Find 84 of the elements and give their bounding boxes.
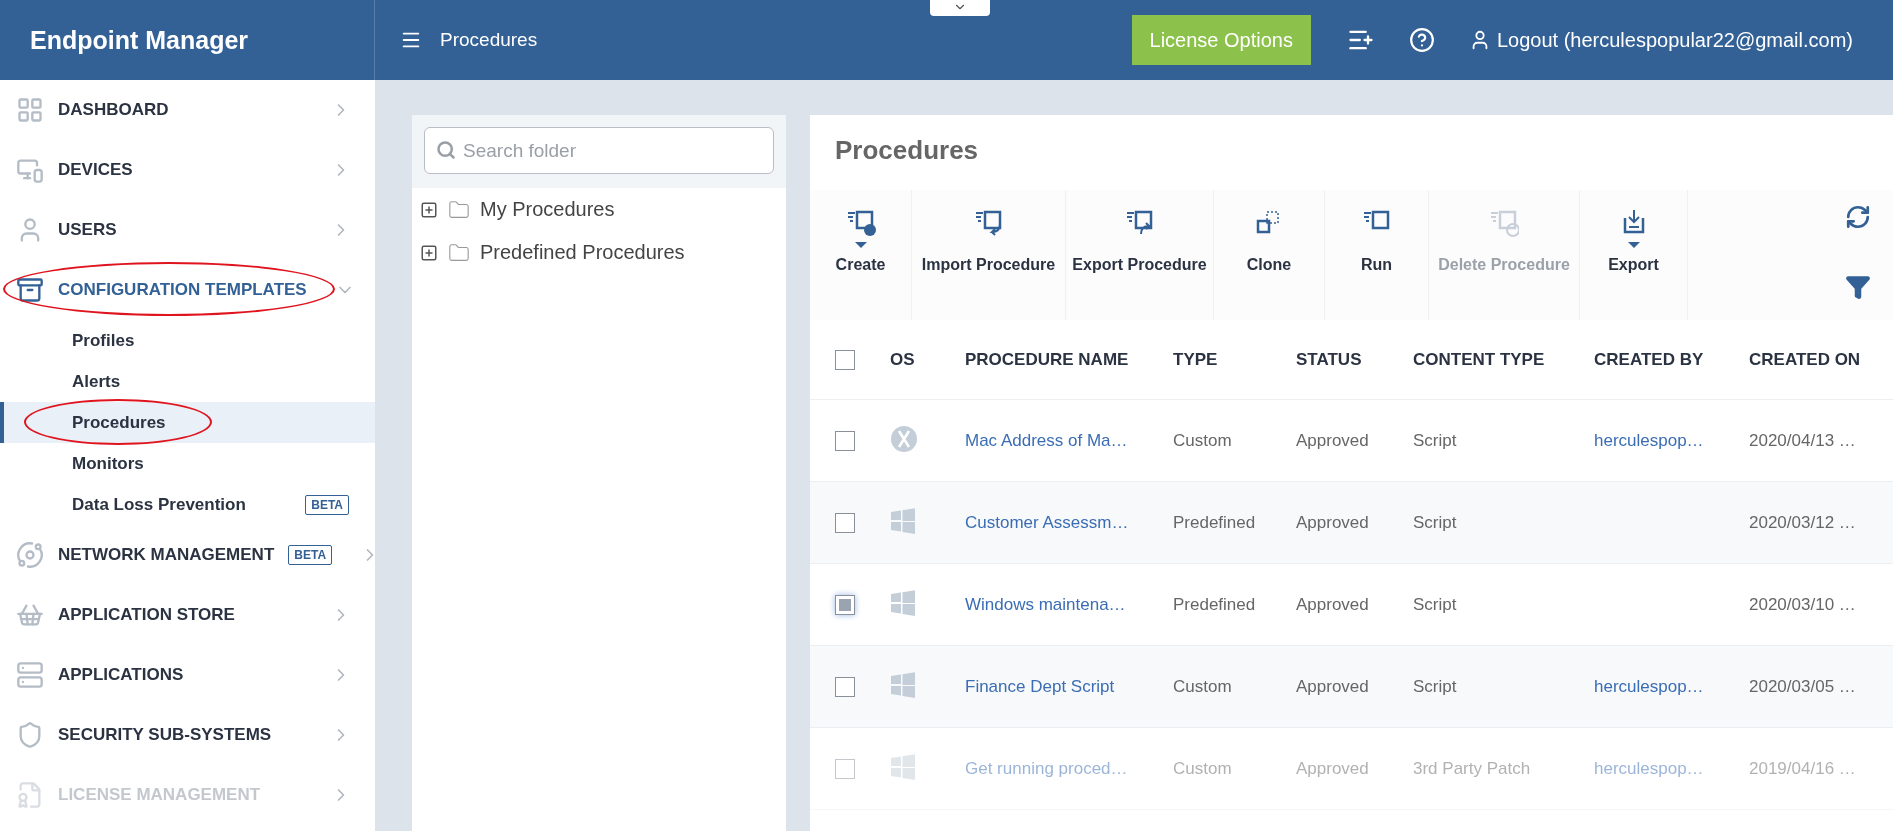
caret-icon — [1627, 242, 1640, 248]
table-cell-text: 2019/04/16 … — [1749, 758, 1857, 779]
delete-procedure-icon — [1489, 208, 1519, 238]
folder-label[interactable]: Predefined Procedures — [480, 241, 685, 264]
nav-item[interactable]: APPLICATION STORE — [58, 605, 235, 625]
nav-item[interactable]: APPLICATIONS — [58, 665, 184, 685]
column-header[interactable]: CREATED BY — [1594, 349, 1749, 370]
search-field[interactable]: Search folder — [424, 127, 774, 174]
row-checkbox[interactable] — [835, 430, 855, 451]
table-cell-text: 2020/03/05 … — [1749, 676, 1857, 697]
column-header[interactable]: OS — [890, 349, 965, 370]
refresh-icon[interactable] — [1845, 204, 1871, 230]
collapse-tab[interactable] — [930, 0, 990, 16]
nav-item[interactable]: CONFIGURATION TEMPLATES — [58, 280, 307, 300]
nav-item[interactable]: SECURITY SUB-SYSTEMS — [58, 725, 272, 745]
column-header[interactable]: TYPE — [1173, 349, 1296, 370]
windows-logo-icon — [890, 753, 916, 780]
page-breadcrumb: Procedures — [440, 29, 538, 51]
column-header[interactable]: PROCEDURE NAME — [965, 349, 1173, 370]
folder-label[interactable]: My Procedures — [480, 198, 615, 221]
nav-item[interactable]: DEVICES — [58, 160, 133, 180]
beta-badge: BETA — [305, 494, 349, 515]
table-cell-text: Script — [1413, 430, 1458, 451]
nav-subitem[interactable]: Alerts — [0, 361, 375, 402]
windows-logo-icon — [890, 671, 916, 698]
help-icon[interactable] — [1408, 27, 1435, 53]
table-cell-text: Script — [1413, 512, 1458, 533]
nav-item[interactable]: USERS — [58, 220, 117, 240]
beta-badge: BETA — [288, 545, 333, 565]
select-all-checkbox[interactable] — [835, 349, 855, 370]
row-checkbox[interactable] — [835, 676, 855, 697]
row-checkbox[interactable] — [835, 512, 855, 533]
nav-subitem[interactable]: Procedures — [0, 402, 375, 443]
nav-item[interactable]: DASHBOARD — [58, 100, 169, 120]
table-cell-text: 2020/03/10 … — [1749, 594, 1857, 615]
row-checkbox[interactable] — [835, 594, 855, 615]
table-cell-text: Custom — [1173, 430, 1233, 451]
table-cell-text: 2020/03/12 … — [1749, 512, 1857, 533]
procedure-link[interactable]: Customer Assessm… — [965, 512, 1173, 533]
windows-logo-icon — [890, 507, 916, 534]
table-cell-text: Script — [1413, 676, 1458, 697]
nav-icon — [16, 661, 44, 689]
column-header[interactable]: CREATED ON — [1749, 349, 1893, 370]
nav-icon — [16, 541, 44, 569]
x-logo-icon — [890, 424, 918, 453]
create-procedure-icon — [845, 208, 876, 238]
nav-subitem[interactable]: Profiles — [0, 320, 375, 361]
nav-subitem[interactable]: Data Loss Prevention BETA — [0, 484, 375, 525]
creator-link[interactable]: herculespop… — [1594, 676, 1749, 697]
folder-icon — [448, 241, 470, 264]
table-cell-text: Approved — [1296, 758, 1370, 779]
caret-icon — [854, 242, 867, 248]
column-header[interactable]: STATUS — [1296, 349, 1413, 370]
import-procedure-icon — [973, 208, 1004, 238]
folder-icon — [448, 198, 470, 221]
table-cell-text: 2020/04/13 … — [1749, 430, 1857, 451]
procedure-link[interactable]: Windows maintena… — [965, 594, 1173, 615]
nav-icon — [16, 781, 44, 809]
procedure-link[interactable]: Mac Address of Ma… — [965, 430, 1173, 451]
nav-icon — [16, 276, 44, 304]
creator-link[interactable]: herculespop… — [1594, 430, 1749, 451]
filter-icon[interactable] — [1845, 274, 1871, 300]
table-row[interactable]: Customer Assessm… Predefined Approved Script 2020/03/12 … — [810, 482, 1893, 564]
expand-icon[interactable] — [420, 243, 438, 262]
nav-item[interactable]: NETWORK MANAGEMENT — [58, 545, 275, 565]
nav-icon — [16, 96, 44, 124]
table-cell-text: Script — [1413, 594, 1458, 615]
logout-link[interactable]: Logout (herculespopular22@gmail.com) — [1468, 28, 1853, 52]
table-cell-text: Custom — [1173, 676, 1233, 697]
table-cell-text: Custom — [1173, 758, 1233, 779]
table-cell-text: Approved — [1296, 676, 1370, 697]
table-row[interactable]: Finance Dept Script Custom Approved Script herculespop… 2020/03/05 … — [810, 646, 1893, 728]
table-cell-text: 3rd Party Patch — [1413, 758, 1532, 779]
table-cell-text: Predefined — [1173, 594, 1257, 615]
table-cell-text: Approved — [1296, 430, 1370, 451]
windows-logo-icon — [890, 589, 916, 616]
table-cell-text: Approved — [1296, 594, 1370, 615]
procedure-link[interactable]: Finance Dept Script — [965, 676, 1173, 697]
panel-title: Procedures — [834, 134, 980, 167]
nav-subitem[interactable]: Monitors — [0, 443, 375, 484]
column-header[interactable]: CONTENT TYPE — [1413, 349, 1594, 370]
table-cell-text: Predefined — [1173, 512, 1257, 533]
expand-icon[interactable] — [420, 200, 438, 219]
table-cell-text: Approved — [1296, 512, 1370, 533]
